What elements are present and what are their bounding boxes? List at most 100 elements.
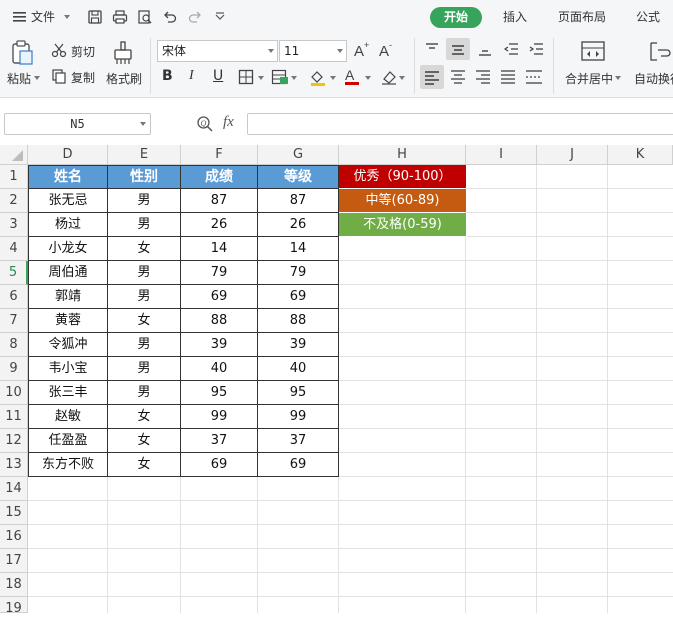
gender-cell[interactable]: 女 xyxy=(108,237,181,261)
increase-font-size-icon[interactable]: A + xyxy=(353,40,371,62)
fx-icon[interactable]: fx xyxy=(223,114,234,131)
score-cell[interactable]: 37 xyxy=(181,429,258,453)
decrease-indent-icon[interactable] xyxy=(503,41,519,60)
score-cell[interactable]: 69 xyxy=(181,285,258,309)
underline-button[interactable]: U xyxy=(213,68,223,84)
name-cell[interactable]: 张无忌 xyxy=(28,189,108,213)
grade-cell[interactable]: 40 xyxy=(258,357,339,381)
chevron-down-icon[interactable] xyxy=(615,76,621,80)
font-color-icon[interactable]: A xyxy=(343,67,361,88)
copy-icon[interactable] xyxy=(51,68,67,87)
legend-medium[interactable]: 中等(60-89) xyxy=(339,189,466,213)
row-header-16[interactable]: 16 xyxy=(0,525,28,549)
table-header-name[interactable]: 姓名 xyxy=(28,165,108,189)
score-cell[interactable]: 99 xyxy=(181,405,258,429)
decrease-font-size-icon[interactable]: A- xyxy=(378,40,396,62)
gender-cell[interactable]: 女 xyxy=(108,429,181,453)
name-cell[interactable]: 周伯通 xyxy=(28,261,108,285)
font-name-select[interactable]: 宋体 xyxy=(157,40,278,62)
row-header-14[interactable]: 14 xyxy=(0,477,28,501)
row-header-9[interactable]: 9 xyxy=(0,357,28,381)
redo-icon[interactable] xyxy=(187,9,203,25)
column-header-d[interactable]: D xyxy=(28,145,108,165)
score-cell[interactable]: 79 xyxy=(181,261,258,285)
row-header-3[interactable]: 3 xyxy=(0,213,28,237)
table-header-grade[interactable]: 等级 xyxy=(258,165,339,189)
zoom-function-icon[interactable]: Q xyxy=(196,115,214,136)
row-header-8[interactable]: 8 xyxy=(0,333,28,357)
grade-cell[interactable]: 37 xyxy=(258,429,339,453)
row-header-11[interactable]: 11 xyxy=(0,405,28,429)
grade-cell[interactable]: 69 xyxy=(258,453,339,477)
grade-cell[interactable]: 69 xyxy=(258,285,339,309)
row-header-17[interactable]: 17 xyxy=(0,549,28,573)
score-cell[interactable]: 87 xyxy=(181,189,258,213)
gender-cell[interactable]: 男 xyxy=(108,261,181,285)
name-cell[interactable]: 黄蓉 xyxy=(28,309,108,333)
align-right-icon[interactable] xyxy=(475,69,491,88)
wrap-text-button[interactable]: 自动换行 xyxy=(634,70,673,87)
paste-options-chevron-icon[interactable] xyxy=(34,76,40,80)
conditional-format-icon[interactable] xyxy=(271,69,289,88)
row-header-19[interactable]: 19 xyxy=(0,597,28,616)
row-header-13[interactable]: 13 xyxy=(0,453,28,477)
name-cell[interactable]: 赵敏 xyxy=(28,405,108,429)
score-cell[interactable]: 14 xyxy=(181,237,258,261)
row-header-7[interactable]: 7 xyxy=(0,309,28,333)
distributed-align-icon[interactable] xyxy=(525,69,543,88)
undo-icon[interactable] xyxy=(162,9,178,25)
formula-input[interactable] xyxy=(247,113,673,135)
row-header-12[interactable]: 12 xyxy=(0,429,28,453)
name-cell[interactable]: 小龙女 xyxy=(28,237,108,261)
grade-cell[interactable]: 79 xyxy=(258,261,339,285)
column-header-e[interactable]: E xyxy=(108,145,181,165)
gender-cell[interactable]: 男 xyxy=(108,285,181,309)
format-painter-button[interactable]: 格式刷 xyxy=(106,70,142,87)
gender-cell[interactable]: 男 xyxy=(108,381,181,405)
row-header-5[interactable]: 5 xyxy=(0,261,28,285)
justify-icon[interactable] xyxy=(500,69,516,88)
grade-cell[interactable]: 39 xyxy=(258,333,339,357)
save-icon[interactable] xyxy=(87,9,103,25)
print-icon[interactable] xyxy=(112,9,128,25)
name-cell[interactable]: 令狐冲 xyxy=(28,333,108,357)
grade-cell[interactable]: 14 xyxy=(258,237,339,261)
align-top-icon[interactable] xyxy=(424,41,440,60)
tab-page-layout[interactable]: 页面布局 xyxy=(558,0,606,34)
column-header-h[interactable]: H xyxy=(339,145,466,165)
paste-icon[interactable] xyxy=(9,40,35,69)
column-header-f[interactable]: F xyxy=(181,145,258,165)
name-box[interactable]: N5 xyxy=(4,113,151,135)
name-cell[interactable]: 韦小宝 xyxy=(28,357,108,381)
italic-button[interactable]: I xyxy=(189,68,194,84)
row-header-4[interactable]: 4 xyxy=(0,237,28,261)
font-size-select[interactable]: 11 xyxy=(279,40,347,62)
align-center-icon[interactable] xyxy=(450,69,466,88)
clear-format-icon[interactable] xyxy=(380,68,398,89)
name-cell[interactable]: 杨过 xyxy=(28,213,108,237)
border-icon[interactable] xyxy=(238,69,254,88)
align-middle-button[interactable] xyxy=(446,38,470,60)
tab-formulas[interactable]: 公式 xyxy=(636,0,660,34)
align-left-button[interactable] xyxy=(420,65,444,89)
grade-cell[interactable]: 87 xyxy=(258,189,339,213)
print-preview-icon[interactable] xyxy=(137,9,153,25)
grade-cell[interactable]: 95 xyxy=(258,381,339,405)
score-cell[interactable]: 95 xyxy=(181,381,258,405)
row-header-2[interactable]: 2 xyxy=(0,189,28,213)
legend-fail[interactable]: 不及格(0-59) xyxy=(339,213,466,237)
name-cell[interactable]: 郭靖 xyxy=(28,285,108,309)
copy-button[interactable]: 复制 xyxy=(71,69,95,86)
gender-cell[interactable]: 男 xyxy=(108,333,181,357)
grade-cell[interactable]: 26 xyxy=(258,213,339,237)
customize-toolbar-icon[interactable] xyxy=(212,9,228,25)
bold-button[interactable]: B xyxy=(162,68,173,84)
cut-button[interactable]: 剪切 xyxy=(71,43,95,60)
column-header-i[interactable]: I xyxy=(466,145,537,165)
name-cell[interactable]: 任盈盈 xyxy=(28,429,108,453)
row-header-18[interactable]: 18 xyxy=(0,573,28,597)
align-bottom-icon[interactable] xyxy=(477,41,493,60)
gender-cell[interactable]: 男 xyxy=(108,189,181,213)
column-header-g[interactable]: G xyxy=(258,145,339,165)
wrap-text-icon[interactable] xyxy=(648,40,673,67)
